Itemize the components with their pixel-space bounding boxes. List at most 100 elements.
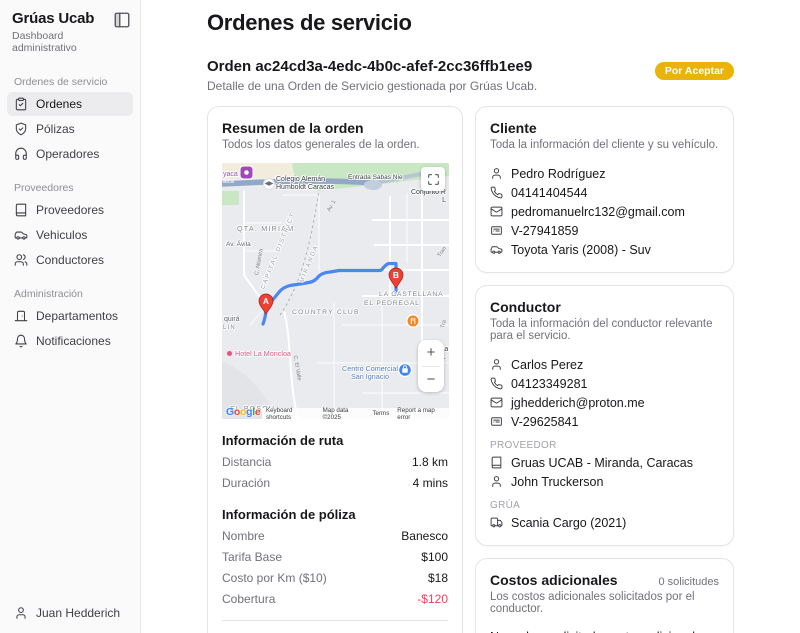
driver-name-row: Carlos Perez bbox=[490, 355, 719, 374]
user-icon bbox=[14, 606, 28, 620]
attraction-marker-icon[interactable] bbox=[240, 166, 253, 179]
summary-card-subtitle: Todos los datos generales de la orden. bbox=[222, 139, 448, 151]
sidebar-item-label: Proveedores bbox=[36, 203, 104, 217]
map-label: EL PEDREGAL bbox=[364, 300, 420, 308]
route-info-title: Información de ruta bbox=[222, 433, 448, 448]
info-value: 1.8 km bbox=[412, 455, 448, 469]
user-icon bbox=[490, 167, 503, 180]
sidebar-group-label: Ordenes de servicio bbox=[0, 68, 140, 91]
headset-icon bbox=[14, 147, 28, 161]
id-card-icon bbox=[490, 415, 503, 428]
info-label: Distancia bbox=[222, 455, 271, 469]
car-icon bbox=[14, 228, 28, 242]
sidebar-item-label: Pólizas bbox=[36, 122, 75, 136]
sidebar-header: Grúas Ucab Dashboard administrativo bbox=[0, 0, 140, 60]
info-label: Duración bbox=[222, 476, 270, 490]
crane-section-label: GRÚA bbox=[490, 500, 719, 511]
report-map-error-link[interactable]: Report a map error bbox=[397, 407, 445, 420]
client-card: Cliente Toda la información del cliente … bbox=[475, 106, 734, 273]
map-label: L bbox=[402, 197, 446, 205]
driver-card-title: Conductor bbox=[490, 299, 719, 315]
summary-card-title: Resumen de la orden bbox=[222, 120, 448, 136]
phone-icon bbox=[490, 186, 503, 199]
map-label: Entrada Sabas Nie bbox=[348, 174, 403, 181]
map-label: Av. Ávila bbox=[226, 241, 251, 248]
route-map[interactable]: A B yaca aica Colegio Alemán H bbox=[222, 163, 449, 419]
svg-text:B: B bbox=[393, 270, 399, 280]
map-label: aica bbox=[223, 179, 234, 186]
info-value: $100 bbox=[421, 550, 448, 564]
map-label: LA CASTELLANA bbox=[379, 291, 443, 299]
sidebar-item-departamentos[interactable]: Departamentos bbox=[7, 304, 133, 328]
sidebar-toggle-icon[interactable] bbox=[113, 11, 131, 29]
provider-contact-row: John Truckerson bbox=[490, 472, 719, 491]
mail-icon bbox=[490, 205, 503, 218]
client-phone: 04141404544 bbox=[511, 186, 587, 200]
map-attribution: Keyboard shortcuts Map data ©2025 Terms … bbox=[262, 408, 449, 419]
crane-row: Scania Cargo (2021) bbox=[490, 513, 719, 532]
map-label: LIN bbox=[223, 325, 236, 332]
info-value: Banesco bbox=[401, 529, 448, 543]
sidebar-nav: Ordenes de servicio Ordenes Pólizas Oper… bbox=[0, 60, 140, 354]
order-title: Orden ac24cd3a-4edc-4b0c-afef-2cc36ffb1e… bbox=[207, 58, 537, 75]
sidebar-item-proveedores[interactable]: Proveedores bbox=[7, 198, 133, 222]
sidebar-group-label: Administración bbox=[0, 280, 140, 303]
map-label: Humboldt Caracas bbox=[276, 184, 334, 192]
sidebar-item-label: Ordenes bbox=[36, 97, 82, 111]
map-label: San Ignacio bbox=[339, 373, 401, 381]
id-card-icon bbox=[490, 224, 503, 237]
sidebar-item-label: Vehiculos bbox=[36, 228, 87, 242]
status-badge: Por Aceptar bbox=[655, 62, 734, 80]
client-id: V-27941859 bbox=[511, 224, 578, 238]
main-content: Ordenes de servicio Orden ac24cd3a-4edc-… bbox=[141, 0, 800, 633]
sidebar-item-polizas[interactable]: Pólizas bbox=[7, 117, 133, 141]
policy-info-title: Información de póliza bbox=[222, 507, 448, 522]
costs-card-subtitle: Los costos adicionales solicitados por e… bbox=[490, 591, 719, 615]
divider bbox=[222, 620, 448, 621]
terms-link[interactable]: Terms bbox=[372, 410, 389, 417]
keyboard-shortcuts-link[interactable]: Keyboard shortcuts bbox=[266, 407, 315, 420]
map-label: yaca bbox=[223, 171, 238, 179]
client-name-row: Pedro Rodríguez bbox=[490, 164, 719, 183]
google-logo[interactable]: Google bbox=[226, 406, 260, 418]
door-icon bbox=[14, 309, 28, 323]
page-title: Ordenes de servicio bbox=[207, 10, 734, 36]
zoom-out-button[interactable]: − bbox=[418, 367, 444, 393]
fullscreen-button[interactable] bbox=[421, 167, 445, 191]
sidebar-item-conductores[interactable]: Conductores bbox=[7, 248, 133, 272]
sidebar: Grúas Ucab Dashboard administrativo Orde… bbox=[0, 0, 141, 633]
provider-section-label: PROVEEDOR bbox=[490, 440, 719, 451]
sidebar-user[interactable]: Juan Hedderich bbox=[0, 593, 140, 633]
sidebar-item-vehiculos[interactable]: Vehiculos bbox=[7, 223, 133, 247]
client-card-title: Cliente bbox=[490, 120, 719, 136]
map-data-label: Map data ©2025 bbox=[323, 407, 365, 420]
phone-icon bbox=[490, 377, 503, 390]
sidebar-item-label: Operadores bbox=[36, 147, 99, 161]
app-subtitle: Dashboard administrativo bbox=[12, 30, 130, 54]
map-label: quirá bbox=[224, 316, 240, 324]
bell-icon bbox=[14, 334, 28, 348]
user-icon bbox=[490, 358, 503, 371]
client-email-row: pedromanuelrc132@gmail.com bbox=[490, 202, 719, 221]
sidebar-item-operadores[interactable]: Operadores bbox=[7, 142, 133, 166]
restaurant-marker-icon[interactable] bbox=[407, 315, 419, 327]
info-row: Cobertura -$120 bbox=[222, 588, 448, 609]
info-label: Costo por Km ($10) bbox=[222, 571, 327, 585]
sidebar-group-label: Proveedores bbox=[0, 174, 140, 197]
map-label: Hotel La Moncloa bbox=[227, 350, 291, 358]
provider-name-row: Gruas UCAB - Miranda, Caracas bbox=[490, 453, 719, 472]
info-label: Tarifa Base bbox=[222, 550, 282, 564]
order-header: Orden ac24cd3a-4edc-4b0c-afef-2cc36ffb1e… bbox=[207, 58, 734, 93]
school-icon bbox=[264, 179, 275, 190]
zoom-in-button[interactable]: + bbox=[418, 340, 444, 366]
driver-name: Carlos Perez bbox=[511, 358, 583, 372]
sidebar-item-notificaciones[interactable]: Notificaciones bbox=[7, 329, 133, 353]
info-value: 4 mins bbox=[413, 476, 448, 490]
car-icon bbox=[490, 243, 503, 256]
info-row: Tarifa Base $100 bbox=[222, 546, 448, 567]
client-card-subtitle: Toda la información del cliente y su veh… bbox=[490, 139, 719, 151]
provider-contact: John Truckerson bbox=[511, 475, 603, 489]
info-label: Nombre bbox=[222, 529, 265, 543]
info-value-negative: -$120 bbox=[417, 592, 448, 606]
sidebar-item-ordenes[interactable]: Ordenes bbox=[7, 92, 133, 116]
